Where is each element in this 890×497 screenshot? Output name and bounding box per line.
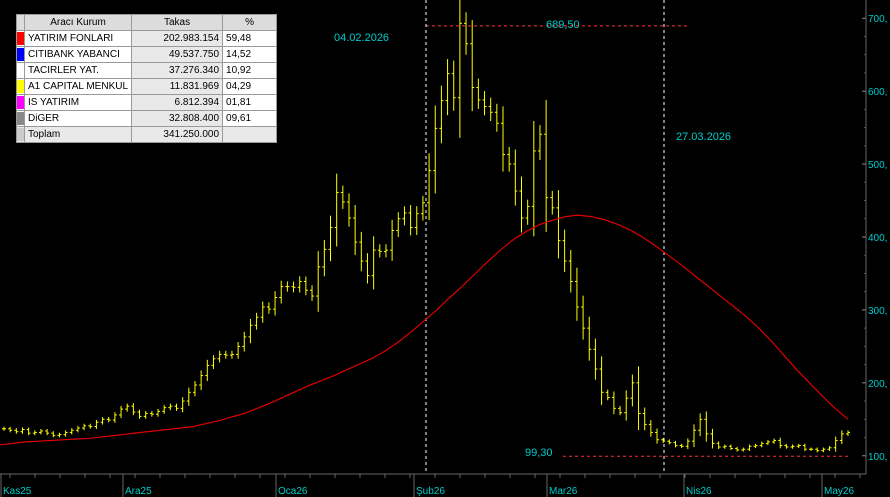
pct-value: 04,29 <box>222 78 278 95</box>
swatch-fill <box>17 128 24 141</box>
table-row: IS YATIRIM 6.812.394 01,81 <box>16 94 278 111</box>
x-tick-label: Şub26 <box>416 486 445 497</box>
header-broker: Aracı Kurum <box>23 14 133 31</box>
y-tick-label: 400, <box>868 233 887 244</box>
pct-value <box>222 126 278 143</box>
takas-value: 37.276.340 <box>131 62 224 79</box>
x-tick-label: Kas25 <box>3 486 32 497</box>
broker-name: CITIBANK YABANCI <box>23 46 133 63</box>
table-row: DiGER 32.808.400 09,61 <box>16 110 278 127</box>
y-tick-label: 100, <box>868 452 887 463</box>
annotation-label: 04.02.2026 <box>334 32 389 44</box>
annotation-label: 99,30 <box>525 447 553 459</box>
x-tick-label: May26 <box>824 486 854 497</box>
color-swatch <box>16 62 25 79</box>
color-swatch <box>16 126 25 143</box>
takas-value: 11.831.969 <box>131 78 224 95</box>
color-swatch <box>16 94 25 111</box>
swatch-fill <box>17 80 24 93</box>
swatch-fill <box>17 64 24 77</box>
takas-value: 32.808.400 <box>131 110 224 127</box>
table-row: A1 CAPITAL MENKUL 11.831.969 04,29 <box>16 78 278 95</box>
y-tick-label: 500, <box>868 160 887 171</box>
color-swatch <box>16 78 25 95</box>
annotation-label: 689,50 <box>546 19 580 31</box>
broker-name: A1 CAPITAL MENKUL <box>23 78 133 95</box>
header-pct: % <box>222 14 278 31</box>
color-swatch <box>16 30 25 47</box>
y-tick-label: 700, <box>868 14 887 25</box>
swatch-fill <box>17 48 24 61</box>
x-tick-label: Mar26 <box>549 486 578 497</box>
y-tick-label: 600, <box>868 87 887 98</box>
x-tick-label: Ara25 <box>125 486 152 497</box>
swatch-fill <box>17 112 24 125</box>
annotation-label: 27.03.2026 <box>676 131 731 143</box>
x-tick-label: Nis26 <box>686 486 712 497</box>
table-row: CITIBANK YABANCI 49.537.750 14,52 <box>16 46 278 63</box>
broker-name: IS YATIRIM <box>23 94 133 111</box>
takas-value: 202.983.154 <box>131 30 224 47</box>
broker-name: DiGER <box>23 110 133 127</box>
table-total-row: Toplam 341.250.000 <box>16 126 278 143</box>
broker-name: Toplam <box>23 126 133 143</box>
x-tick-label: Oca26 <box>278 486 308 497</box>
swatch-fill <box>17 32 24 45</box>
header-takas: Takas <box>131 14 224 31</box>
header-swatch <box>16 14 25 31</box>
pct-value: 59,48 <box>222 30 278 47</box>
takas-value: 341.250.000 <box>131 126 224 143</box>
table-row: YATIRIM FONLARI 202.983.154 59,48 <box>16 30 278 47</box>
takas-value: 49.537.750 <box>131 46 224 63</box>
broker-name: TACIRLER YAT. <box>23 62 133 79</box>
pct-value: 10,92 <box>222 62 278 79</box>
table-header-row: Aracı Kurum Takas % <box>16 14 278 31</box>
broker-distribution-table: Aracı Kurum Takas % YATIRIM FONLARI 202.9… <box>16 14 278 143</box>
y-tick-label: 200, <box>868 379 887 390</box>
pct-value: 14,52 <box>222 46 278 63</box>
broker-name: YATIRIM FONLARI <box>23 30 133 47</box>
takas-value: 6.812.394 <box>131 94 224 111</box>
color-swatch <box>16 110 25 127</box>
y-tick-label: 300, <box>868 306 887 317</box>
pct-value: 09,61 <box>222 110 278 127</box>
color-swatch <box>16 46 25 63</box>
pct-value: 01,81 <box>222 94 278 111</box>
swatch-fill <box>17 96 24 109</box>
table-row: TACIRLER YAT. 37.276.340 10,92 <box>16 62 278 79</box>
